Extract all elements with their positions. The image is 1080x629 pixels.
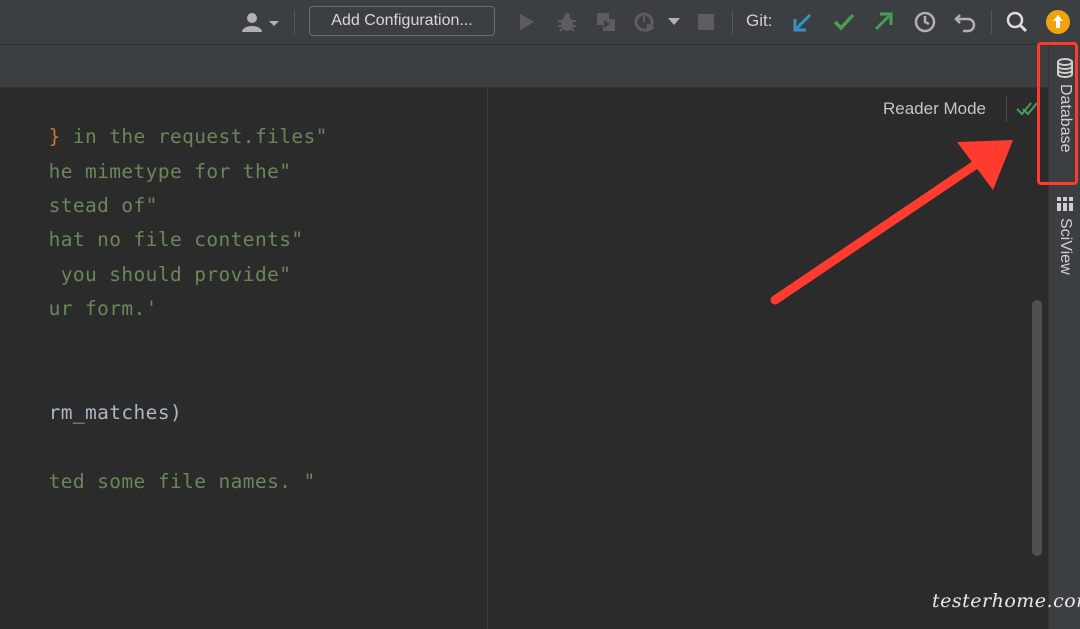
watermark: testerhome.com	[932, 590, 1080, 612]
annotation-arrow	[770, 140, 1013, 305]
